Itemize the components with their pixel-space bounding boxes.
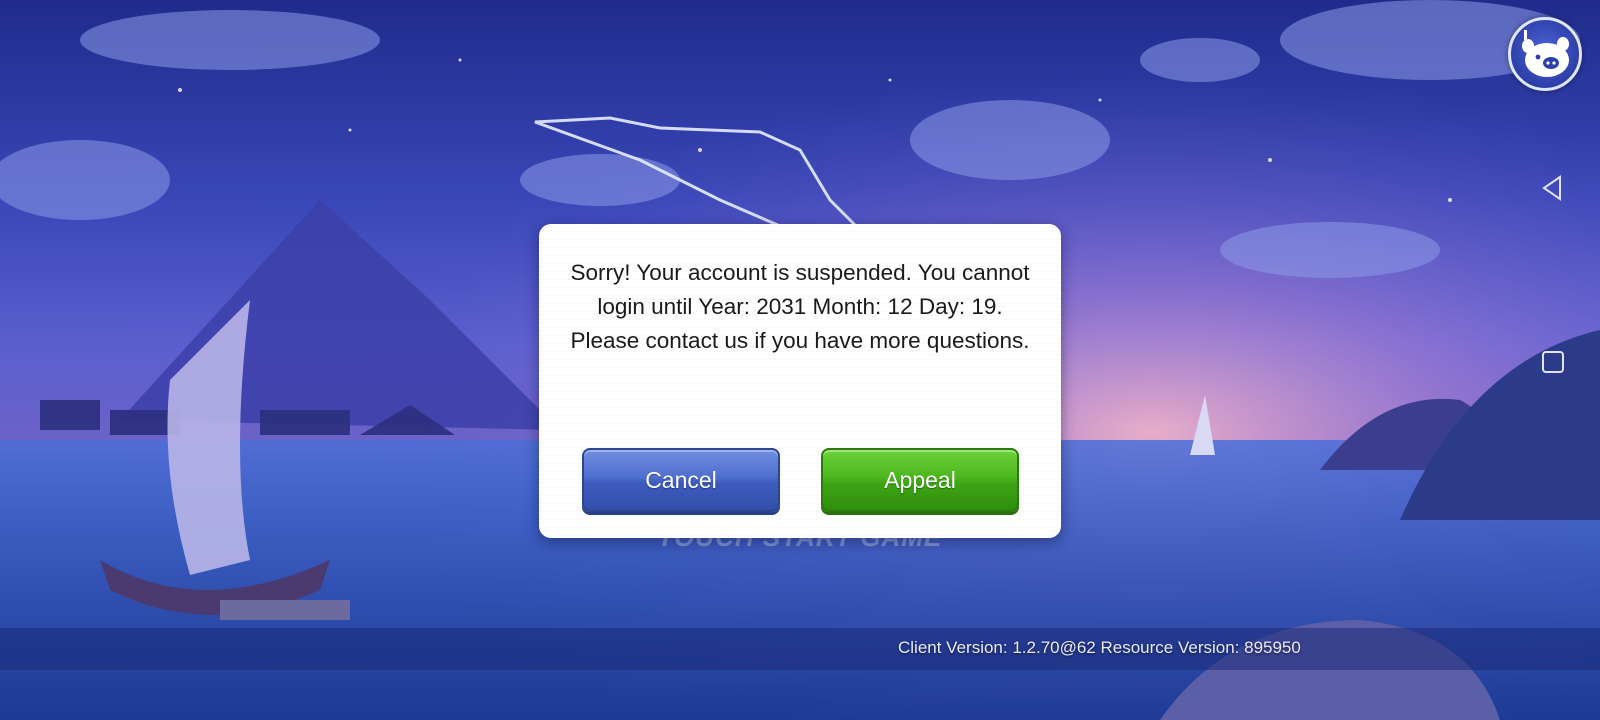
home-square-icon	[1542, 351, 1564, 373]
back-button[interactable]	[1540, 175, 1566, 206]
version-info: Client Version: 1.2.70@62 Resource Versi…	[898, 638, 1301, 657]
cancel-button[interactable]: Cancel	[582, 448, 780, 512]
home-button[interactable]	[1540, 349, 1566, 380]
suspension-dialog: Sorry! Your account is suspended. You ca…	[539, 224, 1061, 538]
pig-help-icon	[1522, 30, 1569, 77]
appeal-button[interactable]: Appeal	[821, 448, 1019, 512]
dialog-message: Sorry! Your account is suspended. You ca…	[570, 260, 1030, 353]
back-triangle-icon	[1542, 175, 1561, 201]
help-button[interactable]	[1508, 17, 1582, 91]
